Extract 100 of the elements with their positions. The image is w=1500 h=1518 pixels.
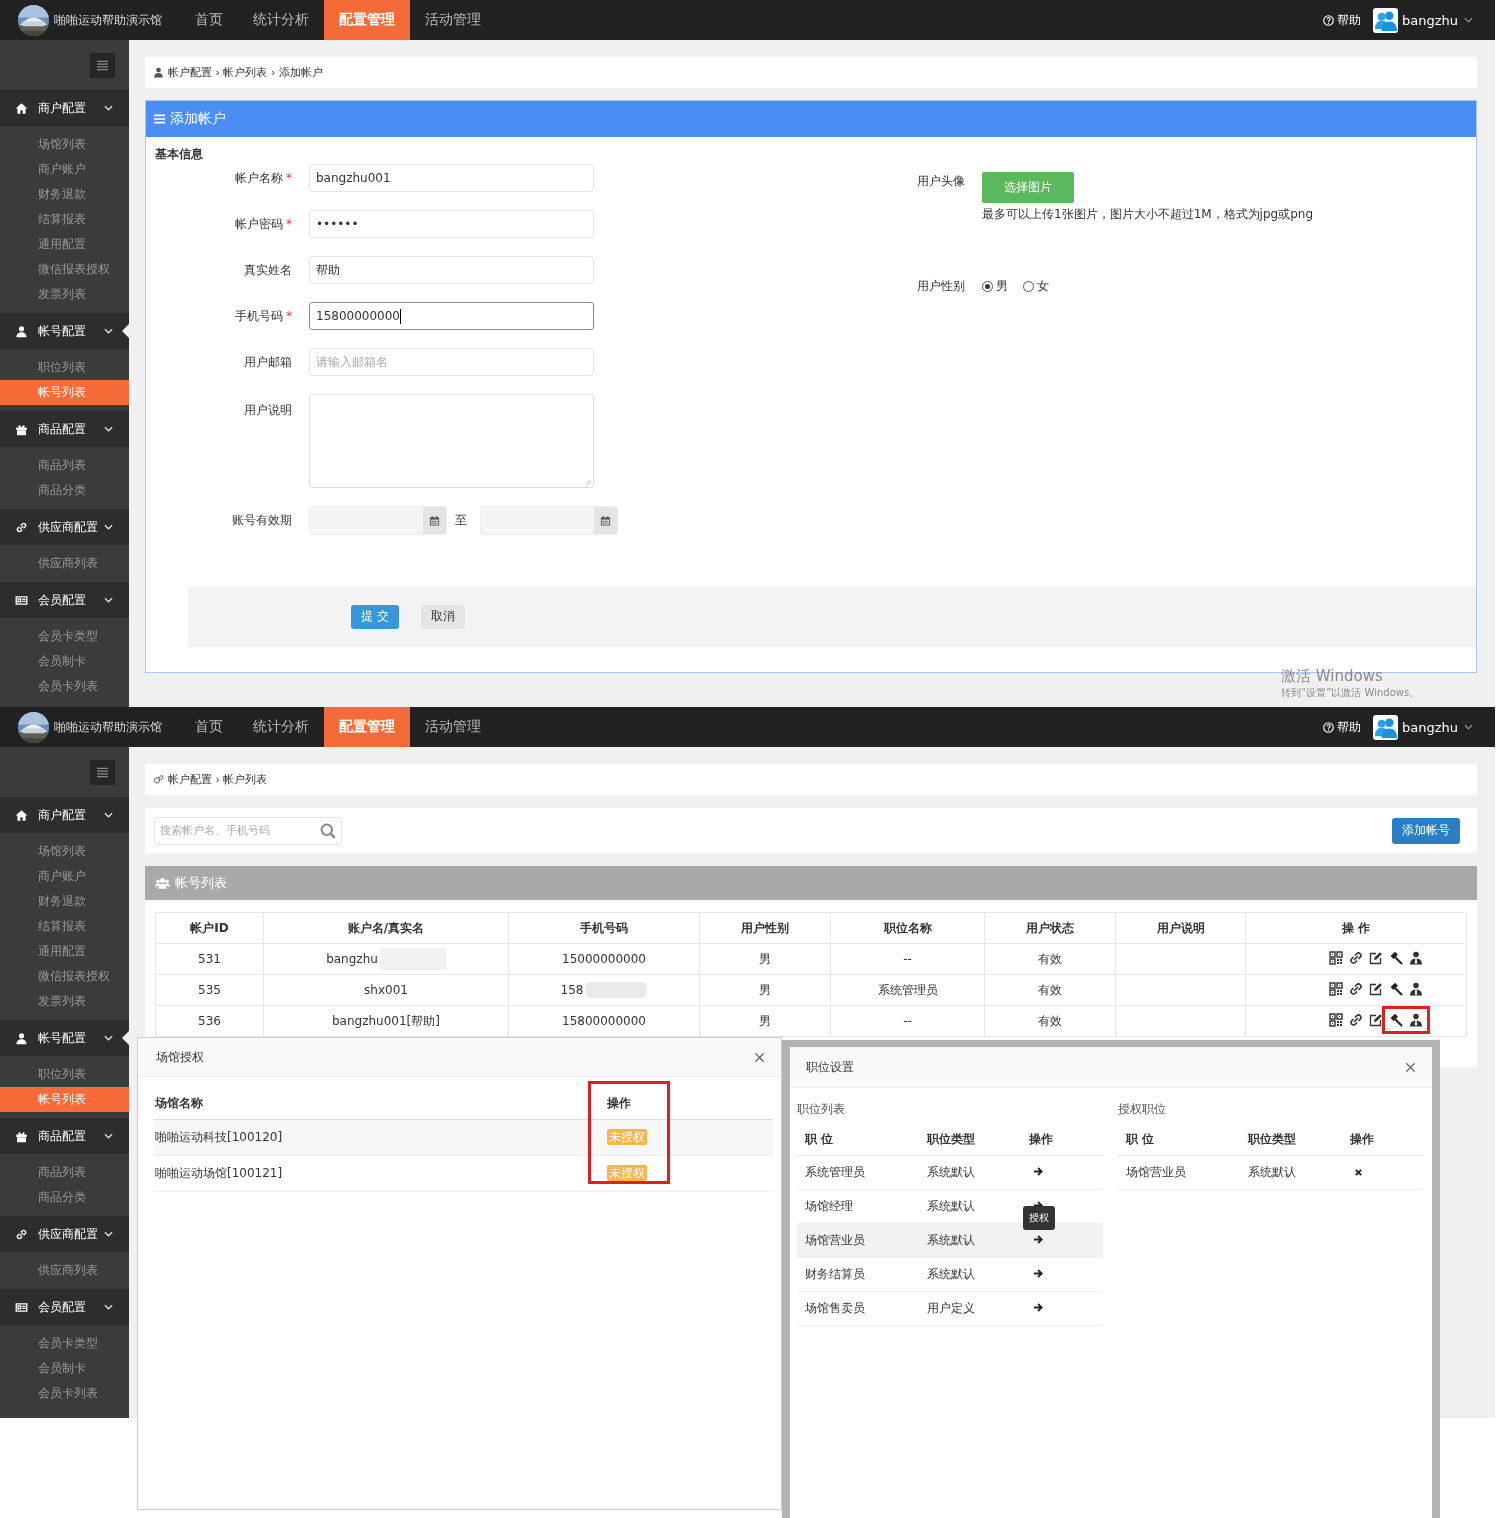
nav-tab[interactable]: 配置管理 [324, 707, 410, 747]
sidebar-item[interactable]: 供应商列表 [0, 1258, 129, 1283]
sidebar-item[interactable]: 职位列表 [0, 1062, 129, 1087]
radio-option[interactable]: 男 [982, 278, 1008, 295]
input-field[interactable]: bangzhu001 [309, 164, 594, 192]
sidebar-item[interactable]: 财务退款 [0, 889, 129, 914]
sidebar-group[interactable]: 会员配置 [0, 582, 129, 618]
arrow-right-icon[interactable] [1033, 1267, 1044, 1279]
close-icon[interactable] [1405, 1061, 1416, 1073]
phone-number: 158 [560, 982, 584, 997]
edit-icon[interactable] [1369, 950, 1383, 965]
sidebar-item[interactable]: 会员制卡 [0, 1356, 129, 1381]
table-cell: 531 [155, 943, 264, 975]
sidebar-item[interactable]: 帐号列表 [0, 1087, 129, 1112]
hammer-icon[interactable] [1389, 1012, 1403, 1027]
nav-tab[interactable]: 统计分析 [238, 707, 324, 747]
hammer-icon[interactable] [1389, 981, 1403, 996]
sidebar-group[interactable]: 帐号配置 [0, 1020, 129, 1056]
input-field[interactable]: •••••• [309, 210, 594, 238]
hammer-icon[interactable] [1389, 950, 1403, 965]
breadcrumb: 帐户配置 › 帐户列表 › 添加帐户 [168, 65, 323, 80]
edit-icon[interactable] [1369, 1012, 1383, 1027]
sidebar-group[interactable]: 商户配置 [0, 90, 129, 126]
input-field[interactable]: 帮助 [309, 256, 594, 284]
user-icon[interactable] [1409, 950, 1423, 965]
sidebar-item[interactable]: 商户账户 [0, 864, 129, 889]
sidebar-item[interactable]: 结算报表 [0, 914, 129, 939]
user-menu[interactable]: bangzhu [1373, 714, 1473, 740]
sidebar-group[interactable]: 供应商配置 [0, 509, 129, 545]
sidebar-item[interactable]: 会员制卡 [0, 649, 129, 674]
chevron-down-icon [104, 1133, 113, 1139]
sidebar-group[interactable]: 商户配置 [0, 797, 129, 833]
resize-grip-icon[interactable] [585, 479, 591, 485]
search-field[interactable]: 搜索帐户名、手机号码 [154, 816, 342, 845]
choose-image-button[interactable]: 选择图片 [982, 172, 1074, 203]
input-field[interactable]: 15800000000 [309, 302, 594, 330]
sidebar-group[interactable]: 会员配置 [0, 1289, 129, 1325]
sidebar-item[interactable]: 商品列表 [0, 1160, 129, 1185]
qr-code-icon[interactable] [1329, 950, 1343, 965]
nav-tab[interactable]: 首页 [195, 0, 238, 40]
sidebar-item[interactable]: 财务退款 [0, 182, 129, 207]
sidebar-item[interactable]: 通用配置 [0, 232, 129, 257]
sidebar-item[interactable]: 微信报表授权 [0, 964, 129, 989]
radio-option[interactable]: 女 [1023, 278, 1049, 295]
edit-icon[interactable] [1369, 981, 1383, 996]
account-name: shx001 [364, 983, 408, 997]
sidebar-item[interactable]: 发票列表 [0, 282, 129, 307]
link-icon[interactable] [1349, 950, 1363, 965]
qr-code-icon[interactable] [1329, 1012, 1343, 1027]
nav-tab[interactable]: 统计分析 [238, 0, 324, 40]
sidebar-item[interactable]: 职位列表 [0, 355, 129, 380]
sidebar-item[interactable]: 通用配置 [0, 939, 129, 964]
menu-button[interactable] [90, 759, 115, 785]
sidebar-item[interactable]: 供应商列表 [0, 551, 129, 576]
help-link[interactable]: 帮助 [1323, 11, 1361, 29]
chevron-down-icon [104, 426, 113, 432]
input-field[interactable]: 请输入邮箱名 [309, 348, 594, 376]
add-account-button[interactable]: 添加帐号 [1392, 817, 1460, 844]
sidebar-item[interactable]: 场馆列表 [0, 132, 129, 157]
nav-tab[interactable]: 首页 [195, 707, 238, 747]
link-icon[interactable] [1349, 1012, 1363, 1027]
arrow-right-icon[interactable] [1033, 1165, 1044, 1177]
sidebar-item[interactable]: 商品列表 [0, 453, 129, 478]
nav-tab[interactable]: 活动管理 [410, 0, 496, 40]
arrow-right-icon[interactable] [1033, 1233, 1044, 1245]
close-icon[interactable] [754, 1051, 765, 1063]
user-menu[interactable]: bangzhu [1373, 7, 1473, 33]
sidebar-group[interactable]: 帐号配置 [0, 313, 129, 349]
sidebar-item[interactable]: 会员卡类型 [0, 624, 129, 649]
user-icon[interactable] [1409, 981, 1423, 996]
help-link[interactable]: 帮助 [1323, 718, 1361, 736]
submit-button[interactable]: 提 交 [351, 604, 399, 629]
sidebar-item[interactable]: 商品分类 [0, 1185, 129, 1210]
sidebar-item[interactable]: 场馆列表 [0, 839, 129, 864]
sidebar-item[interactable]: 微信报表授权 [0, 257, 129, 282]
user-icon[interactable] [1409, 1012, 1423, 1027]
sidebar-item[interactable]: 商品分类 [0, 478, 129, 503]
sidebar-item[interactable]: 会员卡类型 [0, 1331, 129, 1356]
group-icon [15, 1031, 28, 1045]
sidebar-item[interactable]: 商户账户 [0, 157, 129, 182]
field-label: 用户头像 [917, 173, 965, 190]
sidebar-group[interactable]: 商品配置 [0, 1118, 129, 1154]
sidebar-item[interactable]: 会员卡列表 [0, 674, 129, 699]
sidebar-item[interactable]: 结算报表 [0, 207, 129, 232]
sidebar-group[interactable]: 商品配置 [0, 411, 129, 447]
sidebar-item[interactable]: 帐号列表 [0, 380, 129, 405]
field-label: 手机号码 * [234, 307, 292, 325]
sidebar-item[interactable]: 会员卡列表 [0, 1381, 129, 1406]
arrow-right-icon[interactable] [1033, 1301, 1044, 1313]
remove-icon[interactable] [1353, 1167, 1363, 1177]
date-field[interactable] [480, 506, 618, 535]
cancel-button[interactable]: 取消 [420, 604, 465, 629]
nav-tab[interactable]: 活动管理 [410, 707, 496, 747]
qr-code-icon[interactable] [1329, 981, 1343, 996]
nav-tab[interactable]: 配置管理 [324, 0, 410, 40]
link-icon[interactable] [1349, 981, 1363, 996]
menu-button[interactable] [90, 52, 115, 78]
sidebar-item[interactable]: 发票列表 [0, 989, 129, 1014]
sidebar-group[interactable]: 供应商配置 [0, 1216, 129, 1252]
date-field[interactable] [309, 506, 447, 535]
